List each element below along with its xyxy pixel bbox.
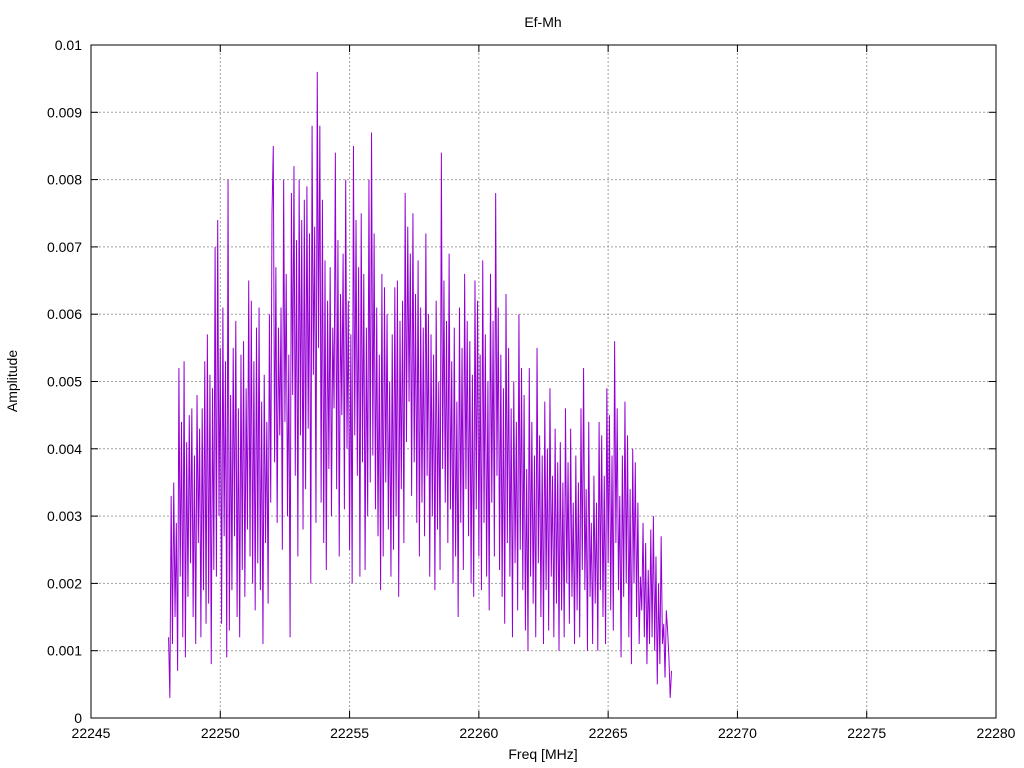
y-tick-label: 0.006: [47, 306, 82, 322]
y-tick-label: 0.004: [47, 441, 82, 457]
y-tick-label: 0.007: [47, 239, 82, 255]
axes: 22245 22250 22255 22260 22265 22270 22275 22280…: [47, 37, 1016, 741]
x-tick-label: 22280: [977, 725, 1016, 741]
chart: Ef-Mh 22245 22250 22255 22260 22265 22270 2227…: [4, 14, 1016, 762]
x-tick-label: 22270: [718, 725, 757, 741]
y-tick-label: 0.009: [47, 104, 82, 120]
chart-title: Ef-Mh: [524, 14, 561, 30]
y-tick-label: 0.005: [47, 374, 82, 390]
y-tick-label: 0.01: [55, 37, 82, 53]
x-tick-label: 22265: [589, 725, 628, 741]
y-tick-label: 0.008: [47, 172, 82, 188]
y-tick-label: 0.003: [47, 508, 82, 524]
x-axis-label: Freq [MHz]: [508, 746, 577, 762]
x-tick-label: 22275: [847, 725, 886, 741]
series-layer: [168, 71, 672, 698]
x-tick-label: 22245: [72, 725, 111, 741]
x-tick-label: 22250: [201, 725, 240, 741]
x-tick-label: 22255: [330, 725, 369, 741]
y-axis-label: Amplitude: [4, 350, 20, 412]
y-tick-label: 0: [74, 710, 82, 726]
y-tick-label: 0.002: [47, 575, 82, 591]
series-line: [168, 71, 672, 698]
y-tick-label: 0.001: [47, 643, 82, 659]
x-tick-label: 22260: [459, 725, 498, 741]
